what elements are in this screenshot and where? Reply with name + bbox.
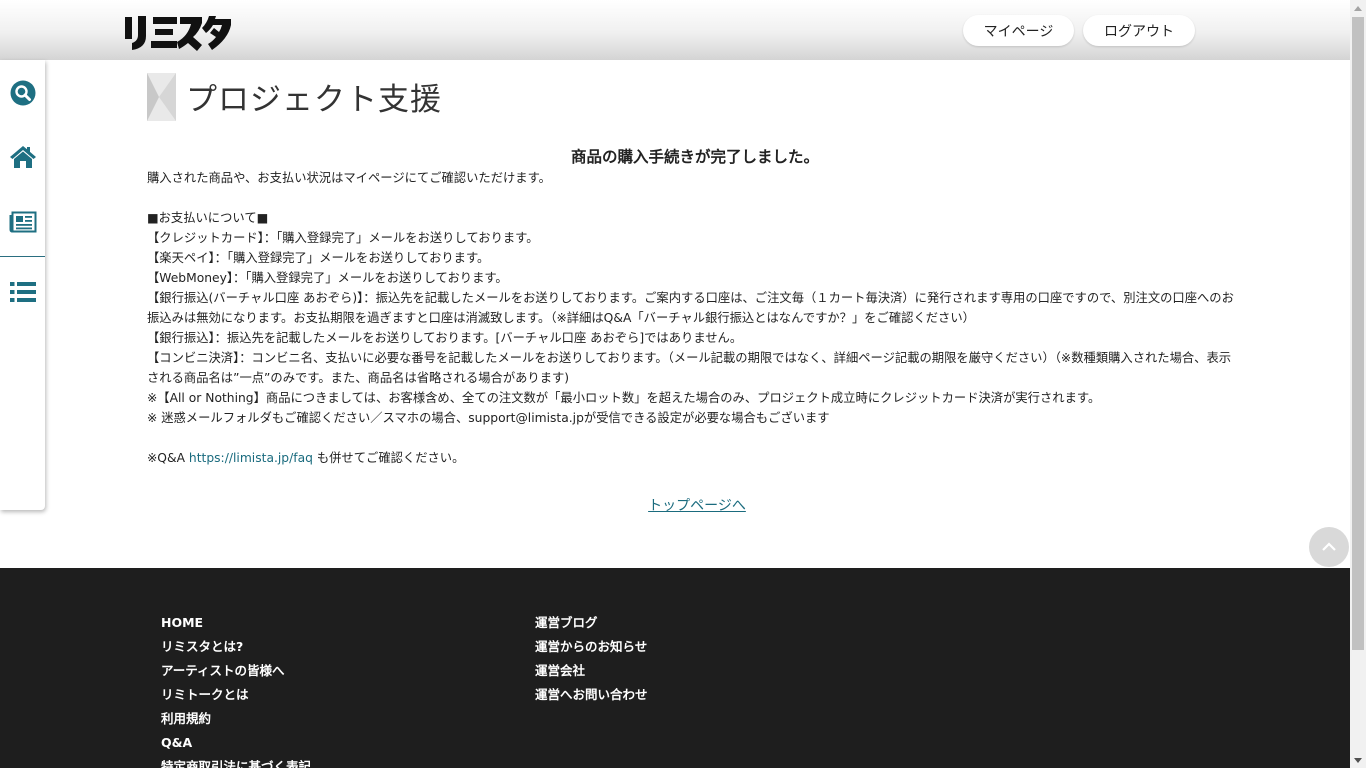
sidebar-item-news[interactable] — [0, 190, 45, 254]
payment-line-virtual-bank: 【銀行振込(バーチャル口座 あおぞら)】：振込先を記載したメールをお送りしており… — [147, 291, 1234, 325]
faq-note: ※Q&A https://limista.jp/faq も併せてご確認ください。 — [147, 448, 1243, 468]
sidebar — [0, 60, 45, 510]
payment-heading: ■お支払いについて■ — [147, 211, 269, 225]
site-footer: HOME リミスタとは? アーティストの皆様へ リミトークとは 利用規約 Q&A… — [0, 568, 1350, 768]
footer-link-news[interactable]: 運営からのお知らせ — [535, 638, 648, 662]
purchase-complete-heading: 商品の購入手続きが完了しました。 — [570, 148, 819, 166]
payment-line-convenience: 【コンビニ決済】：コンビニ名、支払いに必要な番号を記載したメールをお送りしており… — [147, 351, 1232, 385]
sidebar-separator — [0, 256, 45, 257]
mypage-button[interactable]: マイページ — [963, 15, 1074, 46]
footer-link-terms[interactable]: 利用規約 — [161, 710, 311, 734]
page-title: プロジェクト支援 — [186, 82, 442, 118]
footer-links-secondary: 運営ブログ 運営からのお知らせ 運営会社 運営へお問い合わせ — [535, 614, 648, 710]
note-all-or-nothing: ※【All or Nothing】商品につきましては、お客様含め、全ての注文数が… — [147, 391, 1101, 405]
scrollbar-thumb[interactable] — [1352, 17, 1364, 650]
scroll-up-arrow-icon — [1354, 5, 1362, 11]
footer-link-company[interactable]: 運営会社 — [535, 662, 648, 686]
footer-link-blog[interactable]: 運営ブログ — [535, 614, 648, 638]
scroll-down-arrow[interactable] — [1350, 752, 1366, 768]
sidebar-item-home[interactable] — [0, 125, 45, 189]
faq-prefix: ※Q&A — [147, 451, 189, 465]
top-page-link[interactable]: トップページへ — [147, 495, 1247, 515]
footer-link-home[interactable]: HOME — [161, 614, 311, 638]
vertical-scrollbar[interactable] — [1350, 0, 1366, 768]
footer-link-contact[interactable]: 運営へお問い合わせ — [535, 686, 648, 710]
footer-link-commerce-law[interactable]: 特定商取引法に基づく表記 — [161, 758, 311, 768]
footer-link-limitalk[interactable]: リミトークとは — [161, 686, 311, 710]
sidebar-item-search[interactable] — [0, 61, 45, 125]
scroll-up-arrow[interactable] — [1350, 0, 1366, 16]
scroll-down-arrow-icon — [1354, 757, 1362, 763]
logout-button[interactable]: ログアウト — [1083, 15, 1195, 46]
payment-line-rakuten: 【楽天ペイ】：「購入登録完了」メールをお送りしております。 — [147, 251, 490, 265]
payment-line-webmoney: 【WebMoney】：「購入登録完了」メールをお送りしております。 — [147, 271, 508, 285]
site-logo[interactable] — [124, 14, 232, 52]
intro-text: 購入された商品や、お支払い状況はマイページにてご確認いただけます。 — [147, 171, 551, 185]
payment-line-credit: 【クレジットカード】：「購入登録完了」メールをお送りしております。 — [147, 231, 539, 245]
sidebar-item-list[interactable] — [0, 260, 45, 324]
footer-link-about[interactable]: リミスタとは? — [161, 638, 311, 662]
news-icon — [9, 211, 36, 233]
payment-info: 購入された商品や、お支払い状況はマイページにてご確認いただけます。 ■お支払いに… — [147, 168, 1243, 468]
search-icon — [10, 80, 35, 106]
note-spam-folder: ※ 迷惑メールフォルダもご確認ください／スマホの場合、support@limis… — [147, 411, 830, 425]
scroll-to-top-button[interactable] — [1309, 527, 1349, 567]
footer-links-primary: HOME リミスタとは? アーティストの皆様へ リミトークとは 利用規約 Q&A… — [161, 614, 311, 768]
footer-link-artists[interactable]: アーティストの皆様へ — [161, 662, 311, 686]
list-icon — [9, 282, 36, 302]
home-icon — [9, 146, 36, 168]
footer-link-qa[interactable]: Q&A — [161, 734, 311, 758]
chevron-up-icon — [1322, 542, 1336, 551]
faq-link[interactable]: https://limista.jp/faq — [189, 451, 313, 465]
title-ribbon-icon — [147, 73, 176, 121]
payment-line-bank: 【銀行振込】：振込先を記載したメールをお送りしております。[バーチャル口座 あお… — [147, 331, 743, 345]
site-header: マイページ ログアウト — [0, 0, 1350, 60]
faq-suffix: も併せてご確認ください。 — [312, 451, 465, 465]
